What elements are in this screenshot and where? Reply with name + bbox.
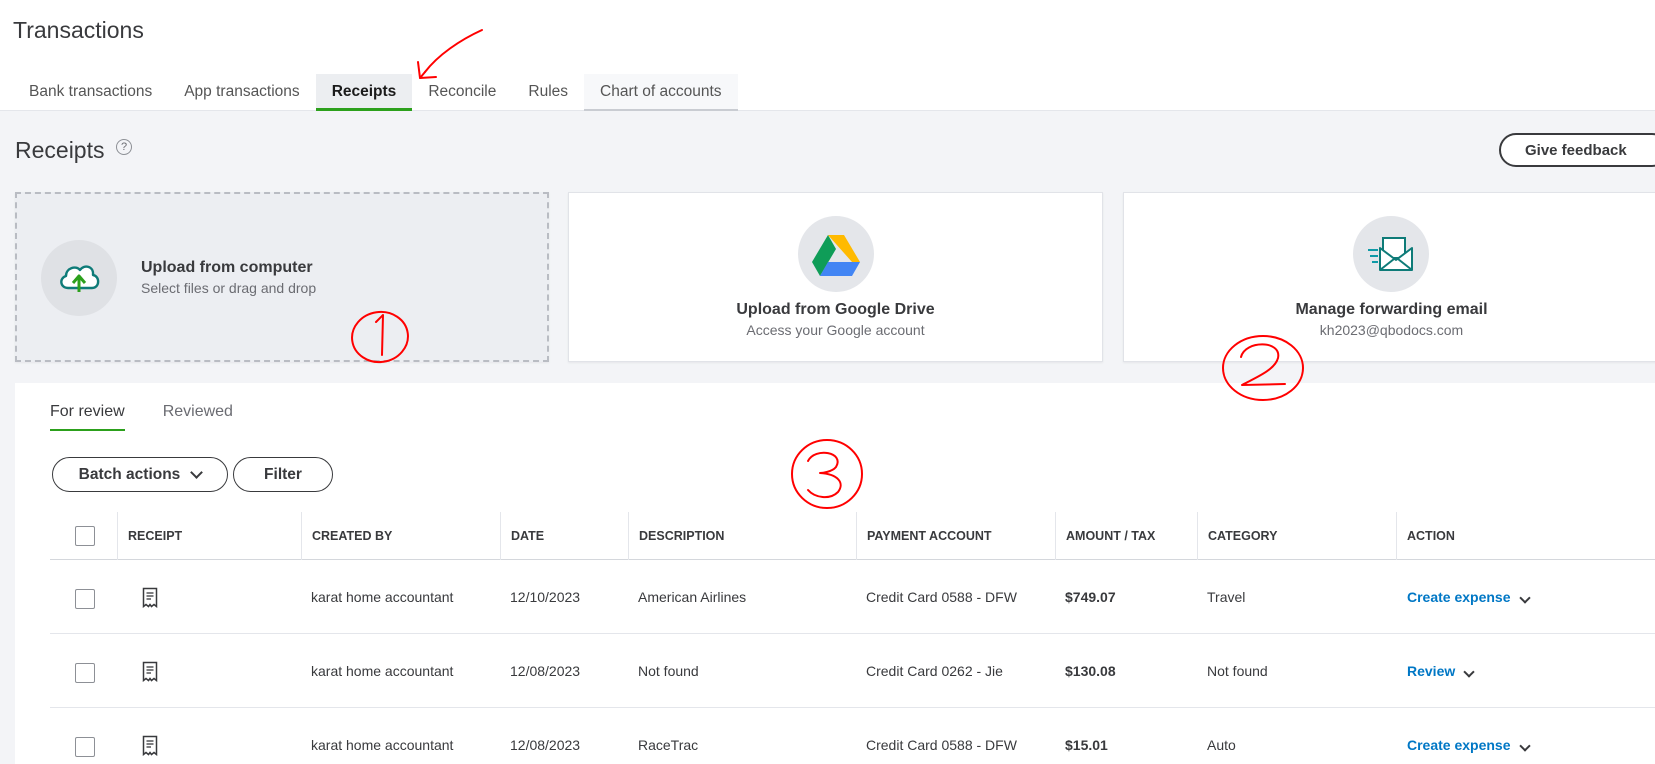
receipt-icon[interactable] [142,735,158,756]
upload-card-title: Upload from computer [141,259,313,276]
table-row[interactable]: karat home accountant 12/08/2023 RaceTra… [50,708,1655,764]
description-cell: Not found [638,663,699,679]
upload-from-computer-card[interactable]: Upload from computer Select files or dra… [15,192,549,362]
page-title: Transactions [13,17,144,43]
date-cell: 12/08/2023 [510,663,581,679]
amount-cell: $749.07 [1065,589,1116,605]
top-bar: Transactions Bank transactions App trans… [0,0,1655,111]
create-expense-action[interactable]: Create expense [1407,560,1531,634]
category-cell: Travel [1207,589,1246,605]
action-label[interactable]: Create expense [1407,737,1511,753]
created-by-cell: karat home accountant [311,737,454,753]
date-cell: 12/10/2023 [510,589,581,605]
amount-cell: $130.08 [1065,663,1116,679]
cloud-upload-icon [41,240,117,316]
col-category[interactable]: CATEGORY [1197,512,1277,560]
description-cell: American Airlines [638,589,747,605]
receipts-review-panel: For review Reviewed Batch actions Filter… [15,383,1655,764]
chevron-down-icon [190,465,204,479]
tab-app-transactions[interactable]: App transactions [168,74,315,111]
receipts-table: RECEIPT CREATED BY DATE DESCRIPTION PAYM… [50,512,1655,764]
col-date[interactable]: DATE [500,512,544,560]
tab-reviewed[interactable]: Reviewed [163,403,233,431]
row-checkbox[interactable] [75,663,95,683]
forwarding-email-address: kh2023@qbodocs.com [1319,322,1464,338]
col-payment-account[interactable]: PAYMENT ACCOUNT [856,512,992,560]
review-action[interactable]: Review [1407,634,1475,708]
help-icon[interactable]: ? [116,139,132,155]
col-receipt[interactable]: RECEIPT [117,512,182,560]
upload-card-subtitle: Select files or drag and drop [141,280,317,296]
created-by-cell: karat home accountant [311,663,454,679]
batch-actions-button[interactable]: Batch actions [52,457,228,492]
col-description[interactable]: DESCRIPTION [628,512,724,560]
created-by-cell: karat home accountant [311,589,454,605]
col-created-by[interactable]: CREATED BY [301,512,392,560]
tab-receipts[interactable]: Receipts [315,74,413,111]
tab-bank-transactions[interactable]: Bank transactions [13,74,168,111]
row-checkbox[interactable] [75,589,95,609]
manage-forwarding-email-card[interactable]: Manage forwarding email kh2023@qbodocs.c… [1123,192,1655,362]
amount-cell: $15.01 [1065,737,1108,753]
transactions-tabs: Bank transactions App transactions Recei… [13,74,738,111]
filter-label: Filter [264,465,302,483]
upload-from-google-drive-card[interactable]: Upload from Google Drive Access your Goo… [568,192,1103,362]
section-title: Receipts [15,137,105,163]
tab-for-review[interactable]: For review [50,403,125,431]
google-drive-icon [798,216,874,292]
drive-card-title: Upload from Google Drive [736,301,935,318]
drive-card-subtitle: Access your Google account [746,322,925,338]
select-all-checkbox[interactable] [75,526,95,546]
receipt-icon[interactable] [142,661,158,682]
receipt-icon[interactable] [142,587,158,608]
tab-rules[interactable]: Rules [512,74,584,111]
col-action: ACTION [1396,512,1455,560]
table-row[interactable]: karat home accountant 12/08/2023 Not fou… [50,634,1655,708]
review-tabs: For review Reviewed [50,403,271,431]
payment-account-cell: Credit Card 0588 - DFW [866,589,1017,605]
table-header: RECEIPT CREATED BY DATE DESCRIPTION PAYM… [50,512,1655,560]
payment-account-cell: Credit Card 0262 - Jie [866,663,1003,679]
chevron-down-icon[interactable] [1463,666,1475,678]
email-envelope-icon [1353,216,1429,292]
tab-chart-of-accounts[interactable]: Chart of accounts [584,74,738,111]
create-expense-action[interactable]: Create expense [1407,708,1531,764]
table-row[interactable]: karat home accountant 12/10/2023 America… [50,560,1655,634]
batch-actions-label: Batch actions [78,465,181,483]
category-cell: Not found [1207,663,1268,679]
filter-button[interactable]: Filter [233,457,333,492]
chevron-down-icon[interactable] [1518,592,1531,604]
tab-reconcile[interactable]: Reconcile [412,74,512,111]
category-cell: Auto [1207,737,1236,753]
payment-account-cell: Credit Card 0588 - DFW [866,737,1017,753]
date-cell: 12/08/2023 [510,737,581,753]
action-label[interactable]: Review [1407,663,1455,679]
col-amount-tax[interactable]: AMOUNT / TAX [1055,512,1155,560]
email-card-title: Manage forwarding email [1295,301,1488,318]
give-feedback-button[interactable]: Give feedback [1499,133,1655,167]
row-checkbox[interactable] [75,737,95,757]
action-label[interactable]: Create expense [1407,589,1511,605]
chevron-down-icon[interactable] [1518,740,1531,752]
description-cell: RaceTrac [638,737,699,753]
